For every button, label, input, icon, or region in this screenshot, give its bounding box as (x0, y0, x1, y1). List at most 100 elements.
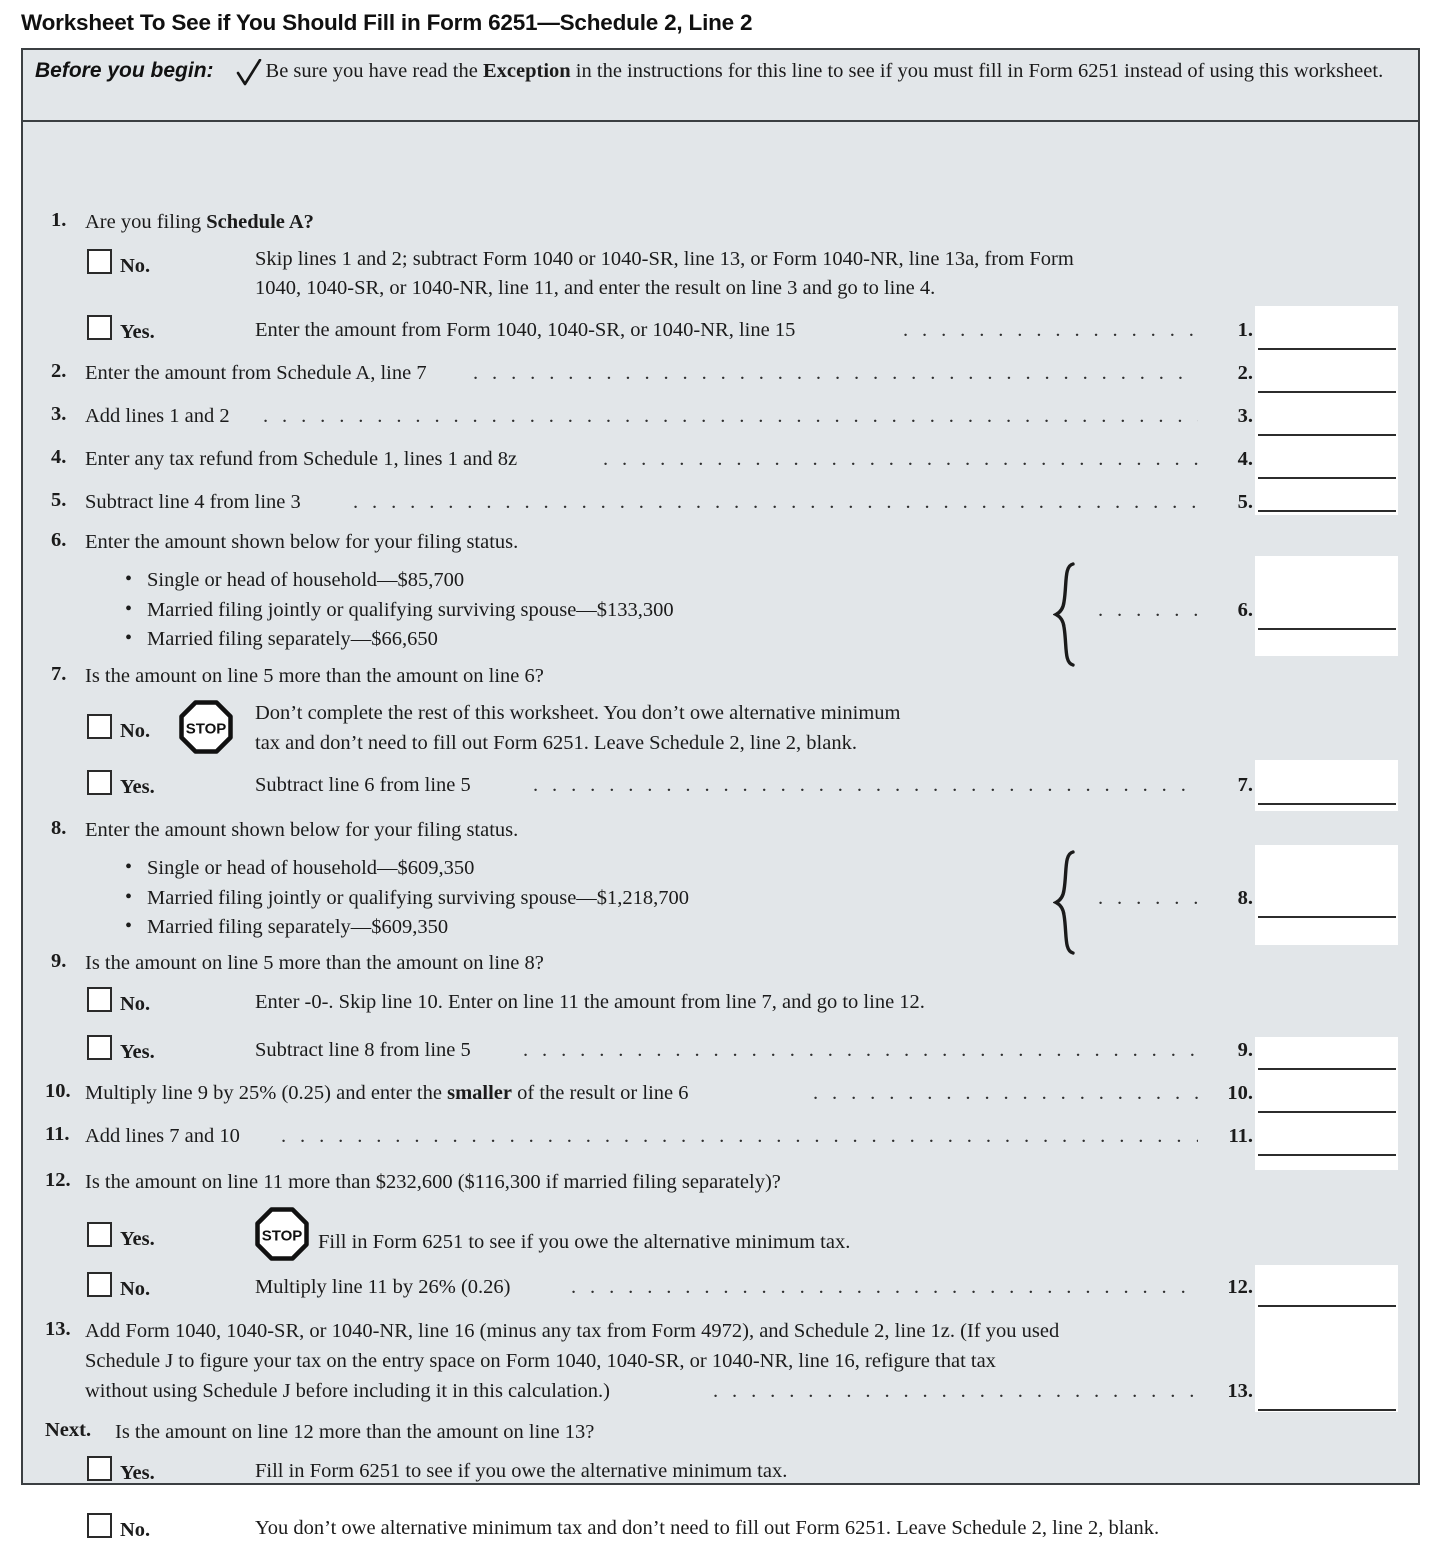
line-13-text-line2: Schedule J to figure your tax on the ent… (85, 1350, 996, 1372)
line-4-answer-rule[interactable] (1258, 477, 1396, 479)
line-7-no-label: No. (120, 720, 151, 742)
line-6-brace (1053, 562, 1079, 667)
line-12-leader-dots: . . . . . . . . . . . . . . . . . . . . … (571, 1276, 1198, 1298)
line-10-text-pre: Multiply line 9 by 25% (0.25) and enter … (85, 1082, 448, 1104)
line-5-number: 5. (51, 489, 67, 511)
line-5-text: Subtract line 4 from line 3 (85, 491, 301, 513)
before-you-begin-label: Before you begin: (35, 59, 214, 82)
answer-box-block-6[interactable] (1255, 556, 1398, 656)
line-8-brace (1053, 850, 1079, 955)
line-6-bullet-list: Single or head of household—$85,700 Marr… (121, 565, 674, 655)
line-12-yes-checkbox[interactable] (87, 1222, 112, 1247)
line-12-no-text: Multiply line 11 by 26% (0.26) (255, 1276, 511, 1298)
line-3-answer-rule[interactable] (1258, 434, 1396, 436)
next-question: Is the amount on line 12 more than the a… (115, 1421, 595, 1443)
line-10-text-bold: smaller (447, 1082, 512, 1104)
line-9-yes-label: Yes. (120, 1041, 155, 1063)
line-7-box-number: 7. (1237, 774, 1253, 796)
line-9-no-label: No. (120, 993, 151, 1015)
line-9-no-checkbox[interactable] (87, 987, 112, 1012)
line-7-no-text-line1: Don’t complete the rest of this workshee… (255, 702, 901, 724)
line-1-no-text-line1: Skip lines 1 and 2; subtract Form 1040 o… (255, 248, 1074, 270)
line-8-number: 8. (51, 817, 67, 839)
line-10-text-post: of the result or line 6 (512, 1082, 689, 1104)
line-9-yes-text: Subtract line 8 from line 5 (255, 1039, 471, 1061)
line-10-number: 10. (45, 1080, 71, 1102)
line-11-text: Add lines 7 and 10 (85, 1125, 240, 1147)
line-6-bullet-1: Married filing jointly or qualifying sur… (121, 595, 674, 626)
line-12-no-checkbox[interactable] (87, 1272, 112, 1297)
line-9-leader-dots: . . . . . . . . . . . . . . . . . . . . … (523, 1039, 1198, 1061)
line-7-yes-text: Subtract line 6 from line 5 (255, 774, 471, 796)
line-1-yes-label: Yes. (120, 321, 155, 343)
line-2-text: Enter the amount from Schedule A, line 7 (85, 362, 427, 384)
line-5-leader-dots: . . . . . . . . . . . . . . . . . . . . … (353, 491, 1198, 513)
line-5-answer-rule[interactable] (1258, 510, 1396, 512)
next-no-text: You don’t owe alternative minimum tax an… (255, 1517, 1160, 1539)
line-6-answer-rule[interactable] (1258, 628, 1396, 630)
line-7-question: Is the amount on line 5 more than the am… (85, 665, 544, 687)
line-13-leader-dots: . . . . . . . . . . . . . . . . . . . . … (713, 1380, 1198, 1402)
answer-box-block-12-13[interactable] (1255, 1265, 1398, 1412)
line-11-leader-dots: . . . . . . . . . . . . . . . . . . . . … (281, 1125, 1198, 1147)
line-7-yes-checkbox[interactable] (87, 770, 112, 795)
line-12-stop-icon: STOP (255, 1207, 309, 1261)
worksheet-body: 1. Are you filing Schedule A? No. Skip l… (23, 122, 1418, 1541)
line-12-box-number: 12. (1227, 1276, 1253, 1298)
line-8-answer-rule[interactable] (1258, 916, 1396, 918)
answer-box-block-9-11[interactable] (1255, 1037, 1398, 1170)
line-12-answer-rule[interactable] (1258, 1305, 1396, 1307)
line-13-answer-rule[interactable] (1258, 1409, 1396, 1411)
line-8-bullet-list: Single or head of household—$609,350 Mar… (121, 853, 689, 943)
line-6-bullet-2: Married filing separately—$66,650 (121, 624, 674, 655)
line-12-number: 12. (45, 1169, 71, 1191)
line-2-answer-rule[interactable] (1258, 391, 1396, 393)
line-1-yes-text: Enter the amount from Form 1040, 1040-SR… (255, 319, 796, 341)
line-7-leader-dots: . . . . . . . . . . . . . . . . . . . . … (533, 774, 1198, 796)
begin-text-exception: Exception (482, 60, 571, 82)
line-13-text-line3: without using Schedule J before includin… (85, 1380, 610, 1402)
line-7-stop-icon: STOP (179, 700, 233, 754)
line-2-leader-dots: . . . . . . . . . . . . . . . . . . . . … (473, 362, 1198, 384)
line-3-number: 3. (51, 403, 67, 425)
line-4-leader-dots: . . . . . . . . . . . . . . . . . . . . … (603, 448, 1198, 470)
line-7-answer-rule[interactable] (1258, 803, 1396, 805)
line-1-question: Are you filing Schedule A? (85, 209, 314, 236)
line-8-text: Enter the amount shown below for your fi… (85, 819, 519, 841)
line-13-box-number: 13. (1227, 1380, 1253, 1402)
line-8-bullet-2: Married filing separately—$609,350 (121, 912, 689, 943)
line-1-leader-dots: . . . . . . . . . . . . . . . . . . . . … (903, 319, 1198, 341)
begin-text-part2: in the instructions for this line to see… (570, 60, 1384, 82)
line-6-bullet-0: Single or head of household—$85,700 (121, 565, 674, 596)
next-yes-checkbox[interactable] (87, 1456, 112, 1481)
line-12-yes-text: Fill in Form 6251 to see if you owe the … (318, 1231, 851, 1253)
check-mark-icon (236, 58, 262, 92)
next-label: Next. (45, 1419, 92, 1441)
line-4-number: 4. (51, 446, 67, 468)
line-9-answer-rule[interactable] (1258, 1068, 1396, 1070)
line-6-number: 6. (51, 529, 67, 551)
line-1-yes-checkbox[interactable] (87, 315, 112, 340)
line-1-no-checkbox[interactable] (87, 249, 112, 274)
next-no-checkbox[interactable] (87, 1513, 112, 1538)
line-11-answer-rule[interactable] (1258, 1154, 1396, 1156)
line-3-text: Add lines 1 and 2 (85, 405, 230, 427)
line-10-answer-rule[interactable] (1258, 1111, 1396, 1113)
line-9-yes-checkbox[interactable] (87, 1035, 112, 1060)
line-3-leader-dots: . . . . . . . . . . . . . . . . . . . . … (263, 405, 1198, 427)
line-11-box-number: 11. (1228, 1125, 1254, 1147)
line-7-yes-label: Yes. (120, 776, 155, 798)
line-6-leader-dots: . . . . . . . . . . . . . . . . . . . . … (1098, 599, 1198, 621)
line-6-text: Enter the amount shown below for your fi… (85, 531, 519, 553)
line-11-number: 11. (45, 1123, 70, 1145)
line-1-box-number: 1. (1237, 319, 1253, 341)
line-9-box-number: 9. (1237, 1039, 1253, 1061)
line-1-number: 1. (51, 209, 67, 231)
answer-box-block-8[interactable] (1255, 845, 1398, 945)
line-1-no-text-line2: 1040, 1040-SR, or 1040-NR, line 11, and … (255, 277, 936, 299)
line-7-no-checkbox[interactable] (87, 714, 112, 739)
answer-box-block-1-5[interactable] (1255, 306, 1398, 515)
line-5-box-number: 5. (1237, 491, 1253, 513)
line-1-no-label: No. (120, 255, 151, 277)
line-1-answer-rule[interactable] (1258, 348, 1396, 350)
